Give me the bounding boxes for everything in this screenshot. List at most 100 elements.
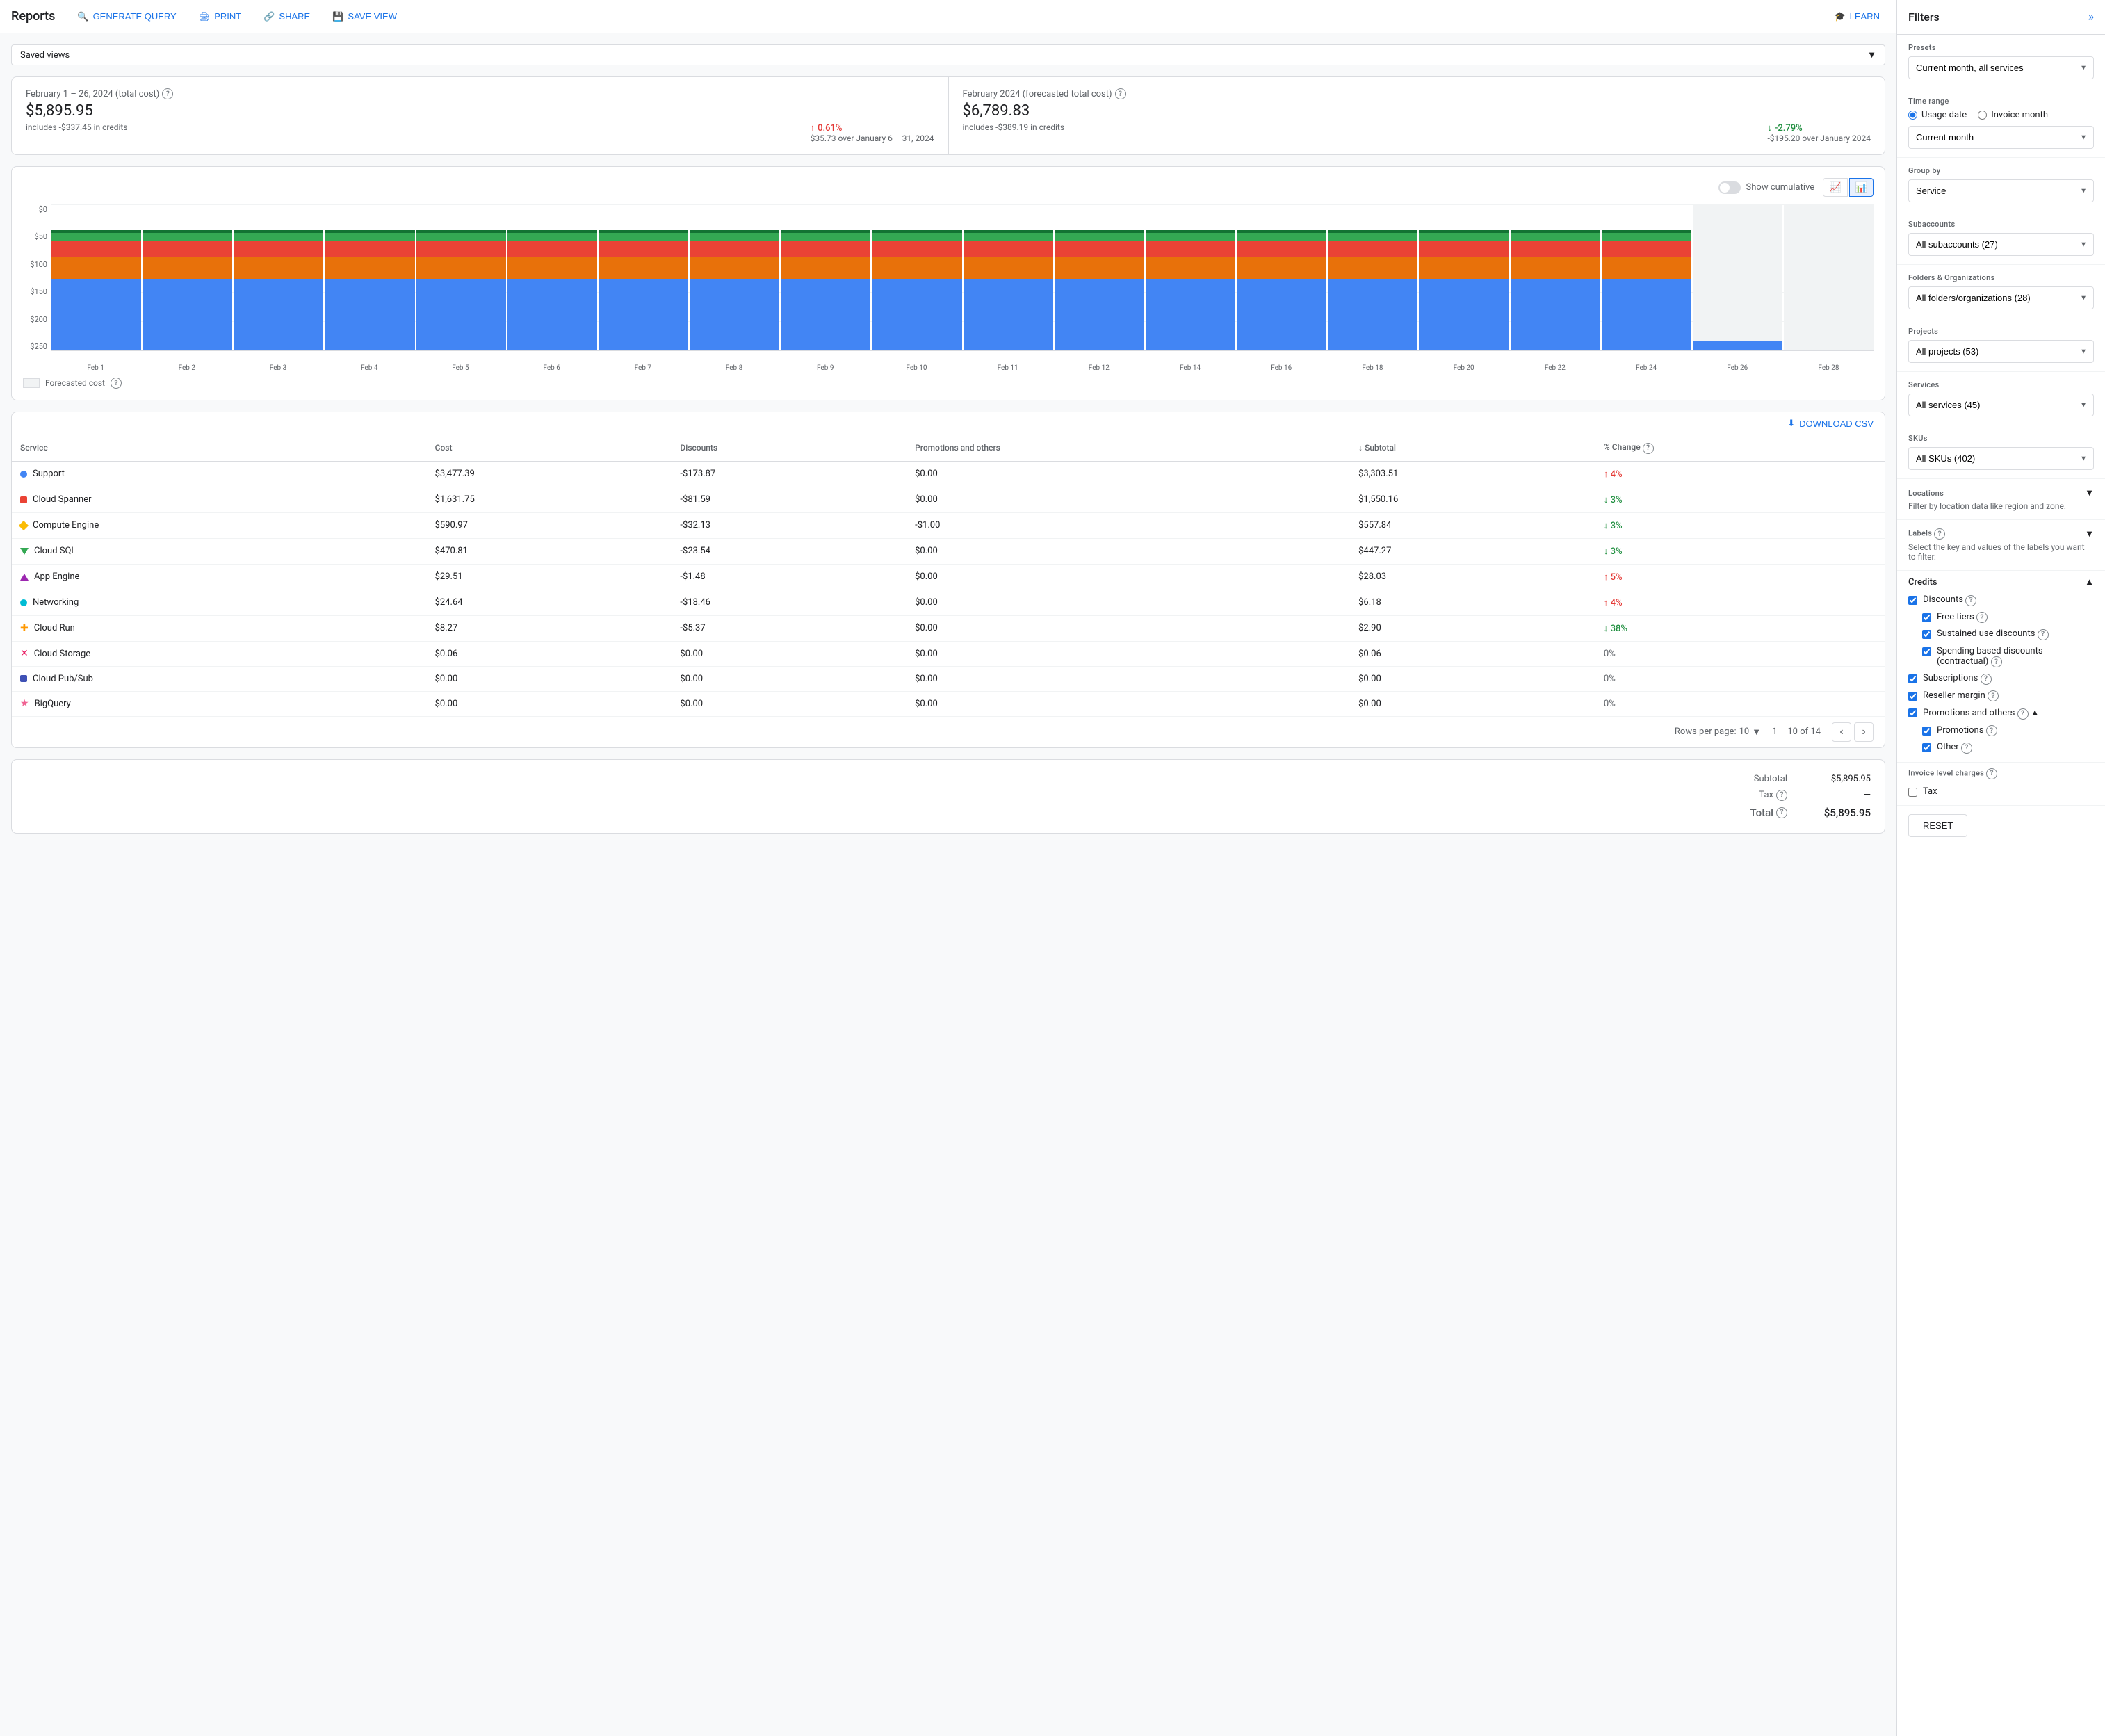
usage-date-radio[interactable]: Usage date: [1908, 110, 1967, 120]
tax-help-icon[interactable]: ?: [1776, 790, 1787, 801]
table-header: Service Cost Discounts Promotions and ot…: [12, 435, 1885, 461]
sustained-use-help-icon[interactable]: ?: [2038, 629, 2049, 640]
forecast-help-icon[interactable]: ?: [111, 378, 122, 389]
locations-collapse-header[interactable]: Locations ▼: [1908, 487, 2094, 498]
bar-chart-button[interactable]: 📊: [1849, 178, 1874, 197]
services-select[interactable]: All services (45): [1908, 394, 2094, 416]
actual-cost-value: $5,895.95: [26, 102, 934, 120]
spending-based-help-icon[interactable]: ?: [1991, 656, 2002, 667]
time-period-select[interactable]: Current month Last month Last 3 months: [1908, 126, 2094, 149]
bar-segment: [781, 257, 870, 279]
bar-segment: [416, 257, 506, 279]
next-page-button[interactable]: ›: [1854, 722, 1874, 742]
bar-segment: [872, 257, 961, 279]
bar-group: [1419, 205, 1509, 350]
reset-button[interactable]: RESET: [1908, 814, 1967, 837]
promotions-others-input[interactable]: [1908, 708, 1917, 717]
subscriptions-input[interactable]: [1908, 674, 1917, 683]
spending-based-checkbox[interactable]: Spending based discounts (contractual) ?: [1922, 643, 2094, 671]
promotions-others-help-icon[interactable]: ?: [2017, 708, 2029, 720]
chart-container: Show cumulative 📈 📊 $250 $200 $150 $100 …: [11, 166, 1885, 400]
other-input[interactable]: [1922, 743, 1931, 752]
download-icon: ⬇: [1787, 418, 1795, 429]
total-help-icon[interactable]: ?: [1776, 807, 1787, 818]
spending-based-input[interactable]: [1922, 647, 1931, 656]
free-tiers-help-icon[interactable]: ?: [1976, 612, 1988, 623]
promotions-input[interactable]: [1922, 727, 1931, 736]
actual-cost-help-icon[interactable]: ?: [162, 88, 173, 99]
presets-select[interactable]: Current month, all services: [1908, 56, 2094, 79]
reseller-margin-help-icon[interactable]: ?: [1988, 690, 1999, 701]
promotions-others-checkbox[interactable]: Promotions and others ? ▲: [1908, 704, 2094, 722]
subscriptions-checkbox[interactable]: Subscriptions ?: [1908, 670, 2094, 688]
usage-date-input[interactable]: [1908, 111, 1917, 120]
invoice-charges-help-icon[interactable]: ?: [1986, 768, 1997, 779]
x-axis-labels: Feb 1Feb 2Feb 3Feb 4Feb 5Feb 6Feb 7Feb 8…: [51, 364, 1874, 372]
credits-title: Credits ▲: [1908, 576, 2094, 587]
promotions-cell: $0.00: [907, 538, 1350, 564]
free-tiers-checkbox[interactable]: Free tiers ?: [1922, 609, 2094, 626]
download-csv-button[interactable]: ⬇ DOWNLOAD CSV: [1787, 418, 1874, 429]
forecasted-cost-change: ↓ -2.79%: [1767, 122, 1871, 133]
change-cell: ↑ 4%: [1595, 461, 1885, 487]
reseller-margin-input[interactable]: [1908, 692, 1917, 701]
saved-views-dropdown[interactable]: Saved views ▼: [11, 44, 1885, 65]
discounts-help-icon[interactable]: ?: [1965, 595, 1976, 606]
invoice-month-radio[interactable]: Invoice month: [1978, 110, 2048, 120]
labels-help-icon[interactable]: ?: [1934, 528, 1945, 540]
toggle-switch[interactable]: [1718, 181, 1741, 194]
projects-select[interactable]: All projects (53): [1908, 340, 2094, 363]
invoice-month-input[interactable]: [1978, 111, 1987, 120]
bar-segment: [1146, 279, 1235, 350]
skus-select[interactable]: All SKUs (402): [1908, 447, 2094, 470]
print-button[interactable]: 🖨 PRINT: [193, 8, 247, 25]
cumulative-toggle[interactable]: Show cumulative: [1718, 181, 1815, 194]
credits-collapse-icon[interactable]: ▲: [2085, 576, 2094, 587]
bar-segment: [1237, 279, 1326, 350]
promotions-help-icon[interactable]: ?: [1986, 725, 1997, 736]
bar-segment: [599, 241, 688, 257]
group-by-section: Group by Service Project SKU: [1897, 158, 2105, 211]
free-tiers-input[interactable]: [1922, 613, 1931, 622]
bar-segment: [1055, 241, 1144, 257]
sustained-use-checkbox[interactable]: Sustained use discounts ?: [1922, 626, 2094, 643]
expand-filters-button[interactable]: »: [2088, 10, 2094, 24]
labels-section: Labels ? ▼ Select the key and values of …: [1897, 520, 2105, 571]
forecasted-cost-help-icon[interactable]: ?: [1115, 88, 1126, 99]
sustained-use-input[interactable]: [1922, 630, 1931, 639]
other-help-icon[interactable]: ?: [1961, 743, 1972, 754]
promotions-others-collapse-icon[interactable]: ▲: [2031, 708, 2040, 718]
change-help-icon[interactable]: ?: [1643, 443, 1654, 454]
reseller-margin-checkbox[interactable]: Reseller margin ?: [1908, 688, 2094, 705]
folders-orgs-select[interactable]: All folders/organizations (28): [1908, 286, 2094, 309]
line-chart-button[interactable]: 📈: [1823, 178, 1847, 197]
rows-dropdown-icon[interactable]: ▼: [1752, 727, 1761, 738]
other-checkbox[interactable]: Other ?: [1922, 739, 2094, 756]
learn-button[interactable]: 🎓 LEARN: [1828, 8, 1885, 25]
total-label: Total ?: [1750, 806, 1787, 819]
col-discounts: Discounts: [672, 435, 907, 461]
cost-cell: $590.97: [427, 512, 672, 538]
x-axis-label: Feb 1: [51, 364, 140, 372]
table-row: Compute Engine $590.97 -$32.13 -$1.00 $5…: [12, 512, 1885, 538]
promotions-checkbox[interactable]: Promotions ?: [1922, 722, 2094, 740]
col-subtotal[interactable]: ↓ Subtotal: [1350, 435, 1595, 461]
col-cost: Cost: [427, 435, 672, 461]
save-view-button[interactable]: 💾 SAVE VIEW: [327, 8, 403, 25]
invoice-charges-section: Invoice level charges ? Tax: [1897, 763, 2105, 806]
discounts-input[interactable]: [1908, 596, 1917, 605]
share-button[interactable]: 🔗 SHARE: [258, 8, 316, 25]
tax-checkbox[interactable]: Tax: [1908, 784, 2094, 800]
folders-orgs-dropdown-wrap: All folders/organizations (28): [1908, 286, 2094, 309]
x-axis-label: Feb 2: [142, 364, 231, 372]
generate-query-button[interactable]: 🔍 GENERATE QUERY: [72, 8, 181, 25]
labels-collapse-header[interactable]: Labels ? ▼: [1908, 528, 2094, 540]
group-by-select[interactable]: Service Project SKU: [1908, 179, 2094, 202]
change-cell: 0%: [1595, 666, 1885, 691]
tax-input[interactable]: [1908, 788, 1917, 797]
discounts-checkbox[interactable]: Discounts ?: [1908, 592, 2094, 609]
subscriptions-help-icon[interactable]: ?: [1981, 674, 1992, 685]
subaccounts-select[interactable]: All subaccounts (27): [1908, 233, 2094, 256]
prev-page-button[interactable]: ‹: [1832, 722, 1851, 742]
discounts-cell: -$81.59: [672, 487, 907, 512]
